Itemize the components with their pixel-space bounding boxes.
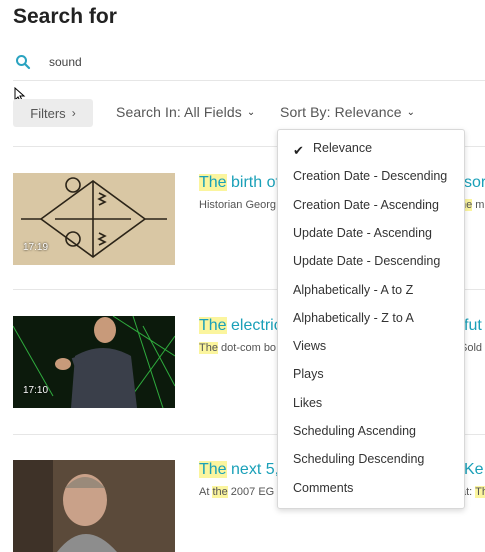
chevron-down-icon: ⌄: [406, 106, 416, 118]
sort-option[interactable]: Views: [293, 339, 326, 353]
sort-option[interactable]: Update Date - Ascending: [293, 226, 432, 240]
chevron-down-icon: ⌄: [246, 106, 256, 118]
sort-by-dropdown[interactable]: Sort By: Relevance ⌄: [280, 104, 415, 120]
result-thumbnail[interactable]: [13, 460, 175, 552]
sort-option[interactable]: Likes: [293, 396, 322, 410]
sort-by-label: Sort By: Relevance: [280, 104, 402, 120]
sort-option[interactable]: Update Date - Descending: [293, 254, 440, 268]
sort-option[interactable]: Relevance: [313, 141, 372, 155]
result-title[interactable]: The birth of: [199, 174, 280, 192]
sort-option[interactable]: Alphabetically - Z to A: [293, 311, 414, 325]
duration-badge: 17:10: [23, 385, 49, 396]
sort-option[interactable]: Scheduling Descending: [293, 452, 424, 466]
filters-button[interactable]: Filters ›: [13, 99, 93, 127]
search-input[interactable]: sound: [49, 55, 82, 69]
speaker-portrait-image: [13, 460, 175, 552]
sort-by-menu: ✔ Relevance Creation Date - Descending Cre…: [277, 129, 465, 509]
result-title-tail[interactable]: sor: [464, 174, 485, 192]
search-bar[interactable]: sound: [13, 52, 485, 81]
result-title-tail[interactable]: fut: [464, 317, 482, 335]
result-thumbnail[interactable]: 17:10: [13, 316, 175, 408]
sort-option[interactable]: Scheduling Ascending: [293, 424, 416, 438]
duration-badge: 17:19: [23, 242, 49, 253]
result-description: At the 2007 EG: [199, 486, 275, 498]
search-icon[interactable]: [15, 54, 31, 70]
sort-option[interactable]: Comments: [293, 481, 353, 495]
result-thumbnail[interactable]: 17:19: [13, 173, 175, 265]
result-title[interactable]: The electric: [199, 317, 282, 335]
result-description: Historian Georg: [199, 199, 277, 211]
search-in-label: Search In: All Fields: [116, 104, 242, 120]
result-description: The dot-com bo: [199, 342, 277, 354]
sort-option[interactable]: Creation Date - Ascending: [293, 198, 439, 212]
result-title[interactable]: The next 5,0: [199, 461, 288, 479]
checkmark-icon: ✔: [293, 143, 304, 158]
result-title-tail[interactable]: Ke: [464, 461, 484, 479]
chevron-right-icon: ›: [71, 106, 76, 120]
search-in-dropdown[interactable]: Search In: All Fields ⌄: [116, 104, 255, 120]
sort-option[interactable]: Plays: [293, 367, 324, 381]
filters-label: Filters: [30, 105, 66, 121]
sort-option[interactable]: Creation Date - Descending: [293, 169, 447, 183]
sort-option[interactable]: Alphabetically - A to Z: [293, 283, 413, 297]
page-title: Search for: [13, 5, 117, 28]
